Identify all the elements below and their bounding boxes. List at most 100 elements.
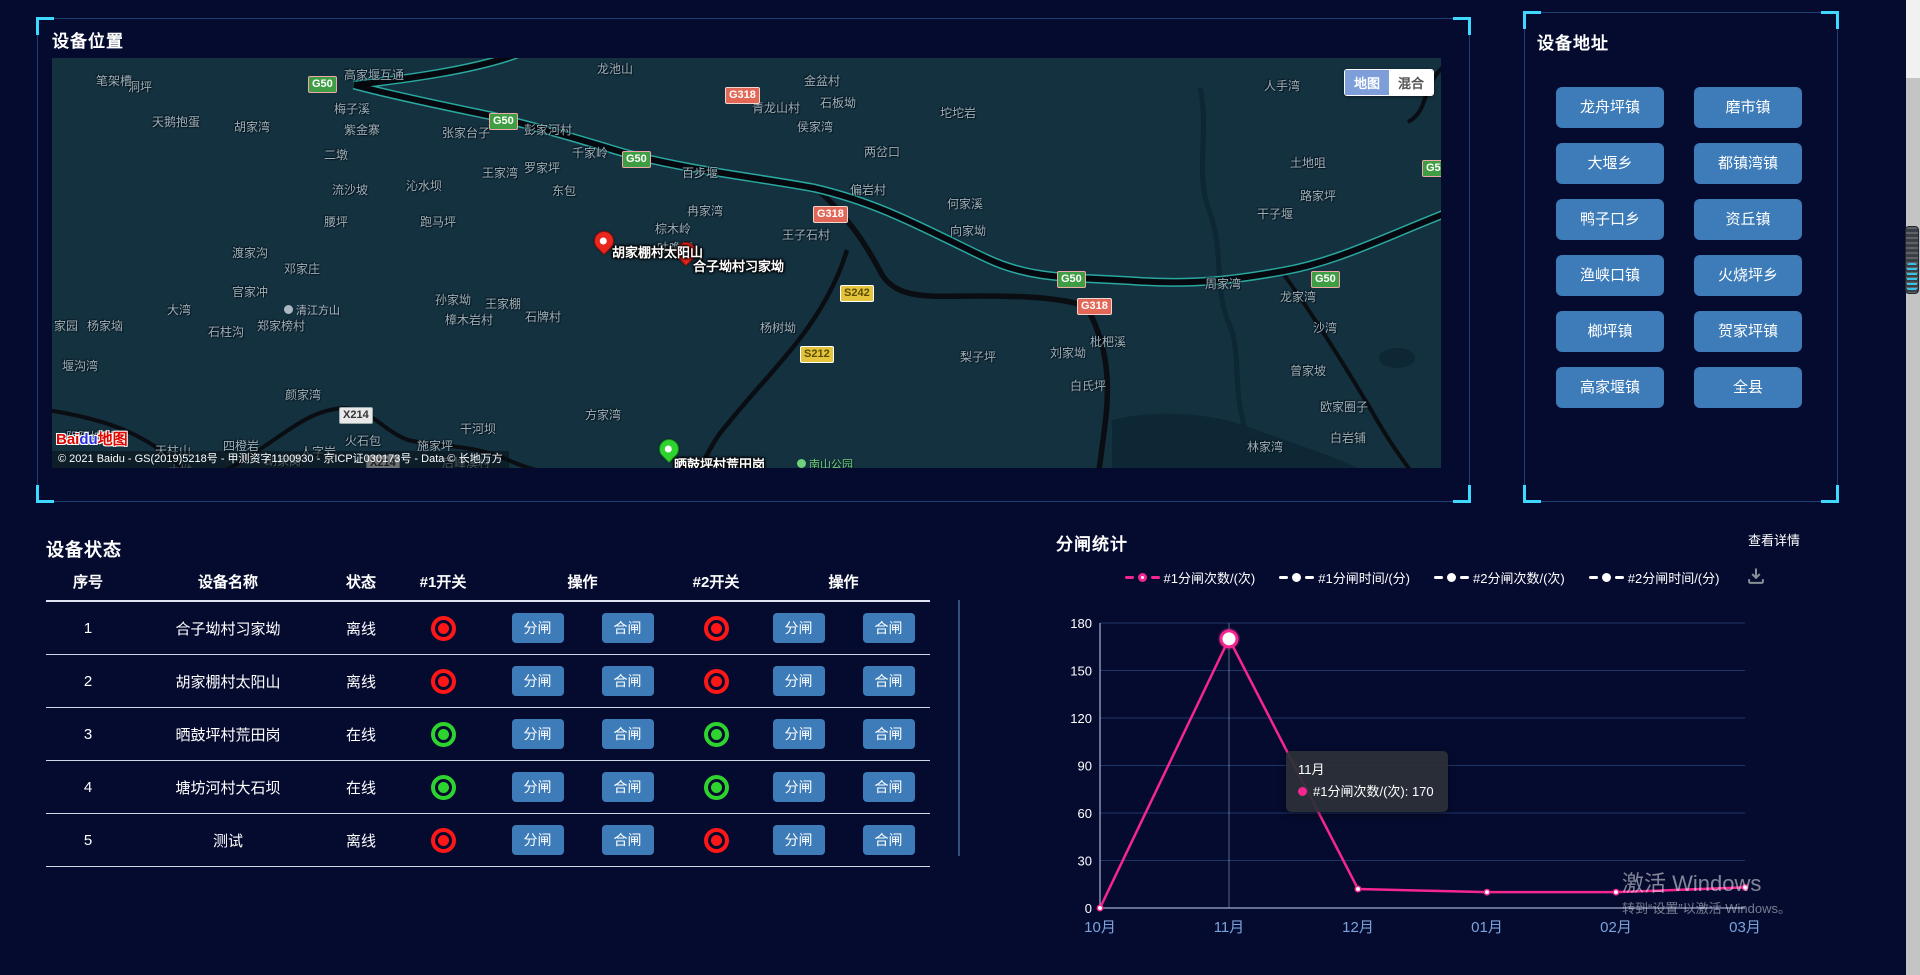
baidu-map[interactable]: 笔架槽洞坪高家堰互通梅子溪天鹅抱蛋胡家湾紫金寨二墩张家台子彭家河村龙池山金盆村石…: [52, 58, 1441, 468]
map-place-label: 杨家垴: [87, 317, 123, 334]
map-place-label: 路家坪: [1300, 187, 1336, 204]
open-switch-button[interactable]: 分闸: [512, 825, 564, 855]
page-scrollbar-thumb[interactable]: [1905, 226, 1919, 294]
open-switch-button[interactable]: 分闸: [773, 825, 825, 855]
close-switch-button[interactable]: 合闸: [602, 719, 654, 749]
x-tick-label: 12月: [1342, 919, 1374, 936]
chart-panel-title: 分闸统计: [1056, 530, 1128, 555]
map-panel-title: 设备位置: [52, 27, 124, 52]
map-place-label: 胡家湾: [234, 118, 270, 135]
address-button[interactable]: 鸭子口乡: [1556, 199, 1664, 240]
map-place-label: 方家湾: [585, 406, 621, 423]
map-type-toggle[interactable]: 地图 混合: [1344, 69, 1434, 96]
map-place-label: 曾家坡: [1290, 362, 1326, 379]
switch-status-indicator-green: [704, 775, 729, 800]
address-button[interactable]: 全县: [1694, 367, 1802, 408]
open-switch-button[interactable]: 分闸: [773, 666, 825, 696]
baidu-logo: Baidu地图: [56, 428, 128, 449]
legend-label: #2分闸时间/(分): [1628, 568, 1720, 587]
address-button[interactable]: 高家堰镇: [1556, 367, 1664, 408]
view-details-link[interactable]: 查看详情: [1748, 530, 1800, 549]
data-point[interactable]: [1097, 905, 1102, 910]
road-shield-badge: G50: [1422, 160, 1441, 177]
address-button[interactable]: 渔峡口镇: [1556, 255, 1664, 296]
device-status: 离线: [326, 830, 396, 851]
legend-item[interactable]: #1分闸次数/(次): [1125, 568, 1256, 587]
close-switch-button[interactable]: 合闸: [863, 719, 915, 749]
map-place-label: 天鹅抱蛋: [152, 113, 200, 130]
close-switch-button[interactable]: 合闸: [863, 772, 915, 802]
close-switch-button[interactable]: 合闸: [602, 666, 654, 696]
table-header-cell: 序号: [46, 571, 130, 592]
map-place-label: 周家湾: [1205, 275, 1241, 292]
data-point[interactable]: [1613, 889, 1618, 894]
map-place-label: 王子石村: [782, 226, 830, 243]
open-switch-button[interactable]: 分闸: [773, 613, 825, 643]
page-scrollbar-track[interactable]: [1906, 0, 1920, 975]
device-status: 离线: [326, 618, 396, 639]
y-tick-label: 30: [1078, 854, 1092, 869]
device-name: 胡家棚村太阳山: [130, 671, 326, 692]
map-place-label: 罗家坪: [524, 159, 560, 176]
open-switch-button[interactable]: 分闸: [773, 719, 825, 749]
legend-item[interactable]: #2分闸时间/(分): [1589, 568, 1720, 587]
close-switch-button[interactable]: 合闸: [863, 666, 915, 696]
map-type-map[interactable]: 地图: [1345, 70, 1389, 95]
close-switch-button[interactable]: 合闸: [863, 825, 915, 855]
device-address-panel: 设备地址 龙舟坪镇磨市镇大堰乡都镇湾镇鸭子口乡资丘镇渔峡口镇火烧坪乡榔坪镇贺家坪…: [1524, 12, 1838, 502]
switch-status-indicator-green: [704, 722, 729, 747]
legend-label: #1分闸次数/(次): [1164, 568, 1256, 587]
data-point[interactable]: [1355, 886, 1360, 891]
map-place-label: 大湾: [167, 301, 191, 318]
map-place-label: 石柱沟: [208, 323, 244, 340]
legend-item[interactable]: #1分闸时间/(分): [1279, 568, 1410, 587]
address-button[interactable]: 榔坪镇: [1556, 311, 1664, 352]
address-button[interactable]: 磨市镇: [1694, 87, 1802, 128]
map-place-label: 梨子坪: [960, 348, 996, 365]
data-point-highlight[interactable]: [1221, 631, 1237, 647]
road-shield-badge: G50: [622, 151, 651, 168]
table-body: 1合子坳村习家坳离线分闸合闸分闸合闸2胡家棚村太阳山离线分闸合闸分闸合闸3晒鼓坪…: [46, 602, 930, 867]
road-shield-badge: X214: [339, 407, 373, 424]
device-status: 离线: [326, 671, 396, 692]
switch-status-indicator-red: [704, 616, 729, 641]
address-button[interactable]: 龙舟坪镇: [1556, 87, 1664, 128]
table-row: 1合子坳村习家坳离线分闸合闸分闸合闸: [46, 602, 930, 655]
table-header-cell: #1开关: [396, 571, 490, 592]
row-index: 3: [46, 726, 130, 743]
close-switch-button[interactable]: 合闸: [863, 613, 915, 643]
close-switch-button[interactable]: 合闸: [602, 825, 654, 855]
table-scroll-divider[interactable]: [958, 600, 960, 856]
open-switch-button[interactable]: 分闸: [512, 719, 564, 749]
open-switch-button[interactable]: 分闸: [512, 613, 564, 643]
map-type-hybrid[interactable]: 混合: [1389, 70, 1433, 95]
open-switch-button[interactable]: 分闸: [512, 772, 564, 802]
map-place-label: 颜家湾: [285, 386, 321, 403]
address-button[interactable]: 贺家坪镇: [1694, 311, 1802, 352]
windows-activation-watermark-sub: 转到“设置”以激活 Windows。: [1622, 898, 1791, 917]
dashboard: 设备位置 笔架槽洞坪高家堰互通梅子溪天鹅抱蛋胡家湾紫金寨二墩张家台子彭家河村龙池…: [0, 0, 1920, 975]
row-index: 2: [46, 673, 130, 690]
address-button[interactable]: 火烧坪乡: [1694, 255, 1802, 296]
map-place-label: 流沙坡: [332, 181, 368, 198]
address-button[interactable]: 都镇湾镇: [1694, 143, 1802, 184]
map-marker-label: 晒鼓坪村荒田岗: [674, 454, 765, 468]
chart-legend: #1分闸次数/(次) #1分闸时间/(分) #2分闸次数/(次) #2分闸时间/(分): [1060, 568, 1784, 587]
switch-status-indicator-red: [704, 669, 729, 694]
x-tick-label: 11月: [1214, 919, 1245, 936]
legend-label: #1分闸时间/(分): [1318, 568, 1410, 587]
open-switch-button[interactable]: 分闸: [512, 666, 564, 696]
legend-marker: [1138, 573, 1147, 582]
address-button[interactable]: 资丘镇: [1694, 199, 1802, 240]
data-point[interactable]: [1484, 889, 1489, 894]
corner-bracket: [1821, 485, 1839, 503]
close-switch-button[interactable]: 合闸: [602, 772, 654, 802]
map-place-label: 干子堰: [1257, 205, 1293, 222]
open-switch-button[interactable]: 分闸: [773, 772, 825, 802]
map-poi: 南山公园: [797, 456, 853, 468]
close-switch-button[interactable]: 合闸: [602, 613, 654, 643]
chart-tooltip: 11月 #1分闸次数/(次): 170: [1286, 751, 1448, 812]
address-button[interactable]: 大堰乡: [1556, 143, 1664, 184]
legend-item[interactable]: #2分闸次数/(次): [1434, 568, 1565, 587]
map-place-label: 孙家坳: [435, 291, 471, 308]
